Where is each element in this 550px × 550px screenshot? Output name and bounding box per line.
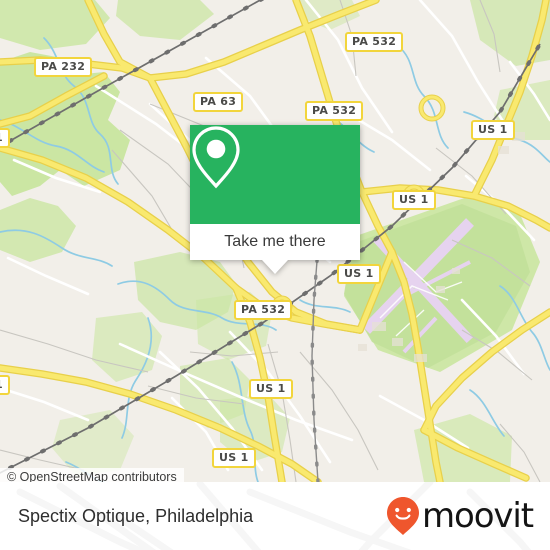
road-shield[interactable]: US 1 (471, 120, 515, 140)
moovit-pin-smile-icon (386, 497, 419, 535)
popup-tail (262, 260, 288, 274)
moovit-wordmark: moovit (421, 496, 534, 536)
road-shield[interactable]: 1 (0, 375, 10, 395)
road-shield[interactable]: US 1 (249, 379, 293, 399)
map-canvas[interactable]: PA 232 PA 63 PA 532 PA 532 US 1 US 1 US … (0, 0, 550, 482)
footer-bar: Spectix Optique, Philadelphia moovit (0, 482, 550, 550)
road-shield[interactable]: US 1 (392, 190, 436, 210)
place-title: Spectix Optique, Philadelphia (18, 506, 254, 526)
road-shield[interactable]: US 1 (212, 448, 256, 468)
road-shield[interactable]: PA 532 (234, 300, 293, 320)
road-shield[interactable]: PA 232 (34, 57, 93, 77)
road-shield[interactable]: PA 63 (193, 92, 244, 112)
take-me-there-button[interactable]: Take me there (190, 224, 360, 260)
road-shield[interactable]: US 1 (337, 264, 381, 284)
road-shield[interactable]: 1 (0, 128, 10, 148)
map-pin-icon (192, 126, 240, 189)
popup-icon-panel (190, 125, 360, 224)
moovit-map-screen: PA 232 PA 63 PA 532 PA 532 US 1 US 1 US … (0, 0, 550, 550)
osm-attribution[interactable]: © OpenStreetMap contributors (0, 468, 184, 482)
moovit-brand[interactable]: moovit (386, 496, 534, 536)
location-popup-card[interactable]: Take me there (190, 125, 360, 274)
road-shield[interactable]: PA 532 (345, 32, 404, 52)
road-shield[interactable]: PA 532 (305, 101, 364, 121)
take-me-there-label: Take me there (224, 233, 326, 250)
